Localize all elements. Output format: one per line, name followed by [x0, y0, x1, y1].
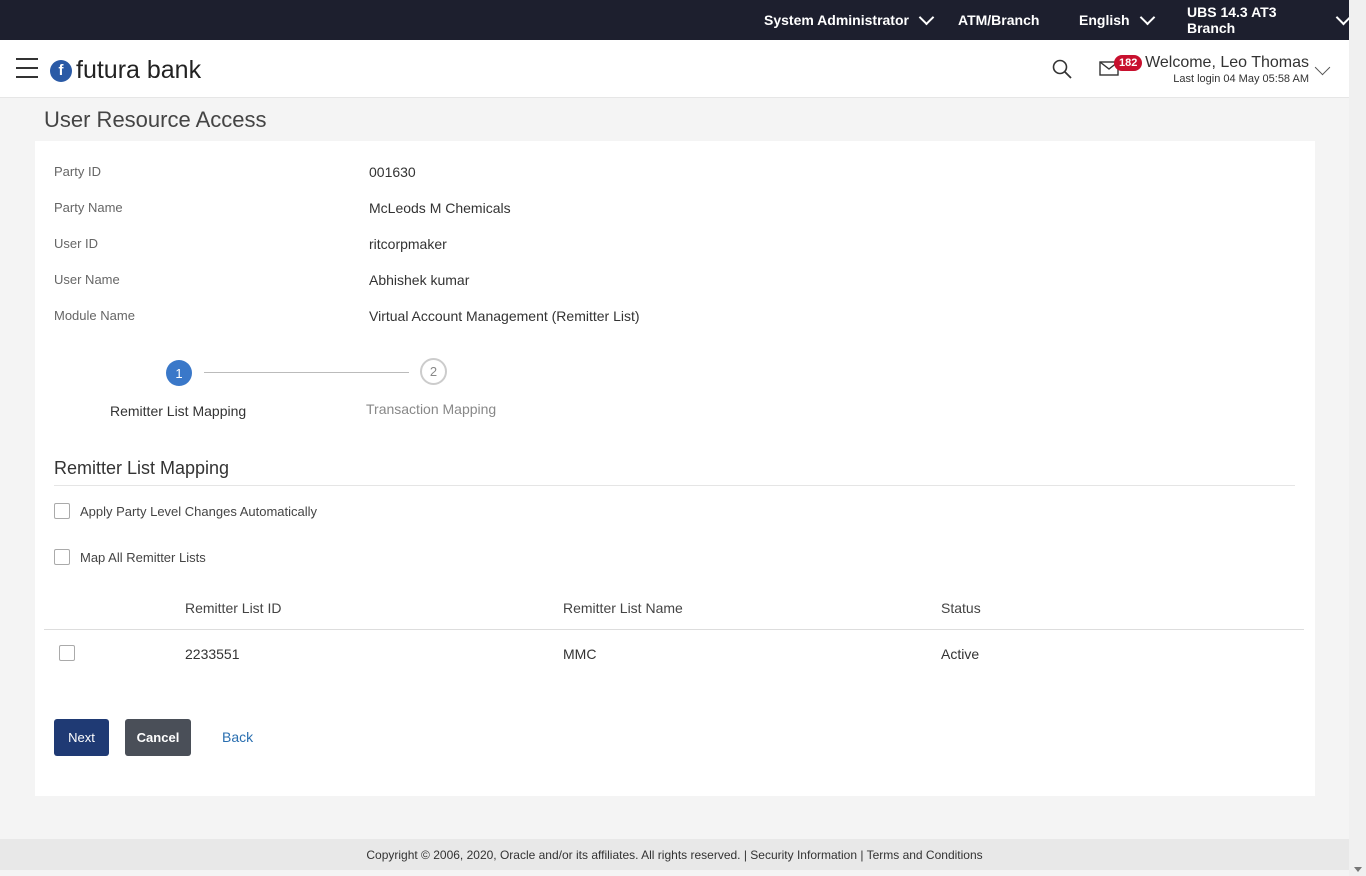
user-name-label: User Name [54, 272, 120, 287]
scrollbar[interactable] [1349, 0, 1366, 876]
divider [54, 485, 1295, 486]
footer: Copyright © 2006, 2020, Oracle and/or it… [0, 839, 1349, 870]
search-icon[interactable] [1052, 59, 1072, 79]
apply-party-level-checkbox[interactable] [54, 503, 70, 519]
table-cell-status: Active [941, 646, 980, 662]
map-all-label: Map All Remitter Lists [80, 550, 206, 565]
entity-dropdown[interactable]: UBS 14.3 AT3 Branch [1187, 0, 1352, 40]
language-label: English [1079, 12, 1130, 28]
logo-text: futura bank [76, 56, 202, 84]
menu-icon[interactable] [16, 58, 38, 78]
column-header-status: Status [941, 600, 981, 616]
role-label: System Administrator [764, 12, 909, 28]
module-name-value: Virtual Account Management (Remitter Lis… [369, 308, 640, 324]
module-name-label: Module Name [54, 308, 135, 323]
column-header-id: Remitter List ID [185, 600, 282, 616]
table-cell-name: MMC [563, 646, 597, 662]
step-1-indicator: 1 [166, 360, 192, 386]
step-connector [204, 372, 409, 373]
atm-branch-label: ATM/Branch [958, 12, 1040, 28]
logo[interactable]: f futura bank [50, 56, 201, 85]
welcome-text: Welcome, Leo Thomas [1145, 54, 1309, 71]
table-header-divider [44, 629, 1304, 630]
cancel-button[interactable]: Cancel [125, 719, 191, 756]
back-link[interactable]: Back [222, 729, 253, 745]
section-title: Remitter List Mapping [54, 458, 230, 478]
language-dropdown[interactable]: English [1079, 0, 1155, 40]
user-name-value: Abhishek kumar [369, 272, 470, 288]
notification-badge[interactable]: 182 [1114, 55, 1143, 71]
table-cell-id: 2233551 [185, 646, 240, 662]
footer-text: Copyright © 2006, 2020, Oracle and/or it… [366, 847, 983, 862]
party-name-label: Party Name [54, 200, 123, 215]
atm-branch-link[interactable]: ATM/Branch [958, 0, 1039, 40]
step-2-indicator: 2 [420, 358, 447, 385]
party-id-value: 001630 [369, 164, 416, 180]
entity-label: UBS 14.3 AT3 Branch [1187, 4, 1277, 36]
user-id-label: User ID [54, 236, 99, 251]
column-header-name: Remitter List Name [563, 600, 683, 616]
party-name-value: McLeods M Chemicals [369, 200, 511, 216]
last-login-text: Last login 04 May 05:58 AM [1173, 73, 1309, 85]
next-button[interactable]: Next [54, 719, 109, 756]
step-2-label: Transaction Mapping [366, 401, 497, 417]
chevron-down-icon [1139, 9, 1155, 26]
step-1-label: Remitter List Mapping [110, 403, 247, 419]
chevron-down-icon [918, 9, 935, 26]
map-all-checkbox[interactable] [54, 549, 70, 565]
role-dropdown[interactable]: System Administrator [764, 0, 935, 40]
page-title: User Resource Access [44, 107, 267, 132]
apply-party-level-label: Apply Party Level Changes Automatically [80, 504, 318, 519]
scroll-down-icon[interactable] [1354, 867, 1362, 872]
party-id-label: Party ID [54, 164, 101, 179]
logo-mark: f [50, 59, 72, 82]
user-id-value: ritcorpmaker [369, 236, 447, 252]
user-menu[interactable]: Welcome, Leo Thomas Last login 04 May 05… [1145, 54, 1309, 85]
row-checkbox[interactable] [59, 645, 75, 661]
top-bar: System Administrator ATM/Branch English … [0, 0, 1352, 40]
